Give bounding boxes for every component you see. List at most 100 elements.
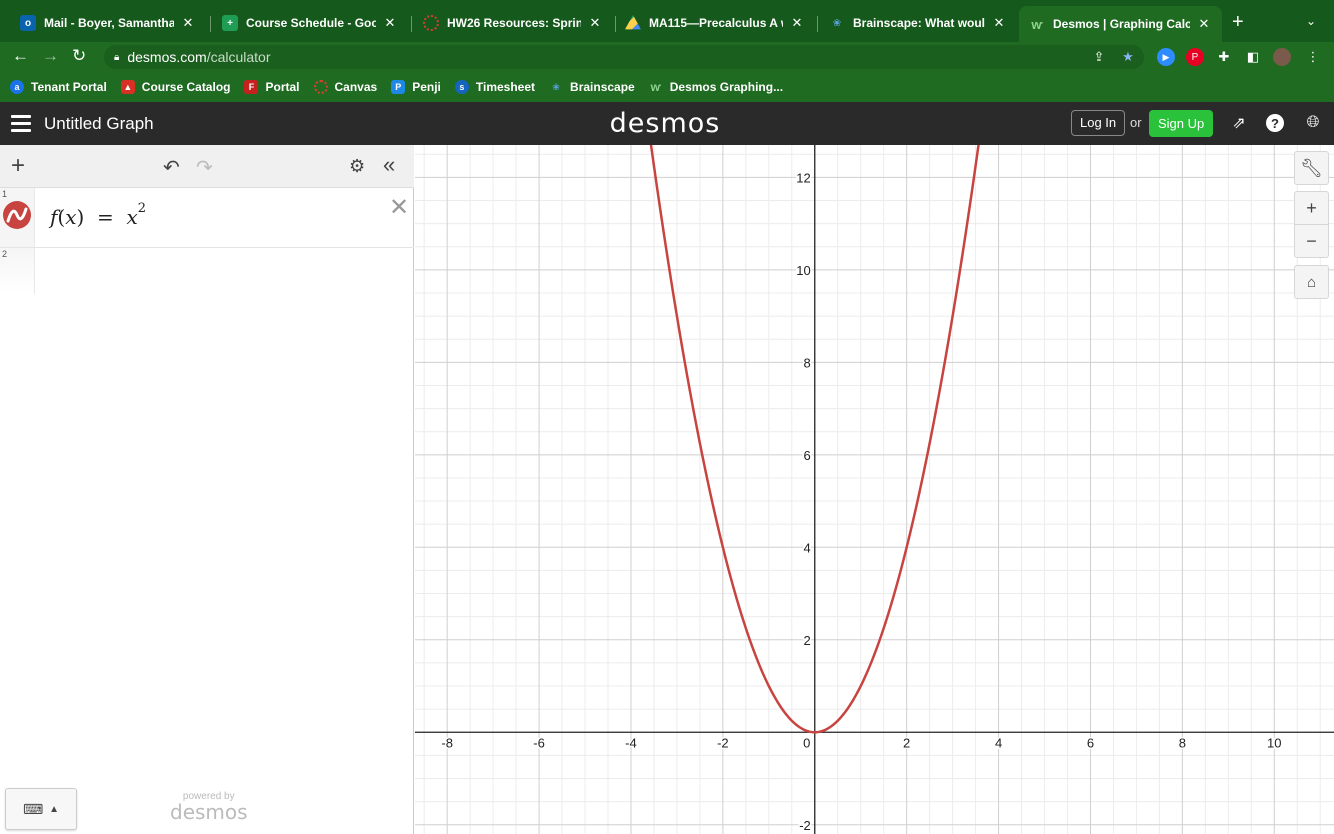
bookmarks-bar: a Tenant Portal ▲ Course Catalog F Portal C… — [0, 72, 1334, 102]
expression-toolbar: + ↶ ↷ ⚙ « — [0, 145, 414, 188]
canvas-icon — [313, 80, 328, 94]
tab-title: MA115—Precalculus A w/ In — [649, 16, 783, 30]
sign-up-button[interactable]: Sign Up — [1149, 110, 1214, 137]
close-icon[interactable]: ✕ — [1196, 16, 1212, 32]
collapse-panel-icon[interactable]: « — [383, 152, 395, 178]
chevron-down-icon[interactable]: ⌄ — [1306, 14, 1316, 28]
penji-icon: P — [391, 80, 406, 94]
close-icon[interactable]: ✕ — [991, 15, 1007, 31]
home-view-icon[interactable]: ⌂ — [1294, 265, 1329, 299]
x-tick-label: -4 — [625, 735, 637, 750]
tab-brainscape[interactable]: ❀ Brainscape: What would yo ✕ — [819, 8, 1017, 38]
graph-settings-wrench-icon[interactable]: 🔧︎ — [1294, 151, 1329, 185]
language-globe-icon[interactable]: 🌐︎ — [1303, 113, 1323, 133]
x-tick-label: 2 — [903, 735, 910, 750]
log-in-button[interactable]: Log In — [1071, 110, 1126, 136]
graph-canvas[interactable]: -8 -6 -4 -2 0 2 4 6 8 10 -2 2 4 6 8 10 12 — [415, 145, 1334, 834]
url-path: /calculator — [206, 49, 271, 65]
bookmark-star-icon[interactable]: ★ — [1119, 48, 1137, 66]
extensions-icon[interactable]: ✚ — [1215, 48, 1233, 66]
browser-toolbar: ← → ↻ 🔒︎ desmos.com/calculator ⇪ ★ ▶ P ✚… — [0, 42, 1334, 72]
tab-title: HW26 Resources: Spring 2 — [447, 16, 581, 30]
close-icon[interactable]: ✕ — [587, 15, 603, 31]
tab-mail[interactable]: o Mail - Boyer, Samantha Aft ✕ — [10, 8, 206, 38]
new-tab-button[interactable]: + — [1232, 11, 1244, 34]
bookmark-portal[interactable]: F Portal — [244, 80, 300, 94]
settings-gear-icon[interactable]: ⚙ — [349, 156, 365, 177]
canvas-icon — [423, 15, 439, 31]
bookmark-tenant-portal[interactable]: a Tenant Portal — [10, 80, 107, 94]
tab-ma115[interactable]: MA115—Precalculus A w/ In ✕ — [615, 8, 815, 38]
expression-gutter: 1 — [0, 188, 35, 247]
redo-icon[interactable]: ↷ — [196, 155, 213, 180]
back-icon[interactable]: ← — [12, 46, 29, 66]
or-label: or — [1130, 115, 1142, 130]
desmos-logo: desmos — [609, 108, 721, 139]
bookmark-course-catalog[interactable]: ▲ Course Catalog — [120, 80, 230, 94]
expression-row[interactable]: 1 f(x) = x2 ✕ — [0, 188, 414, 248]
graph-color-toggle-icon[interactable] — [3, 201, 31, 229]
outlook-icon: o — [20, 15, 36, 31]
y-tick-label: 10 — [796, 263, 810, 278]
course-catalog-icon: ▲ — [120, 80, 135, 94]
y-tick-label: 4 — [804, 540, 811, 555]
share-icon[interactable]: ⇪ — [1090, 48, 1108, 66]
portal-icon: F — [244, 80, 259, 94]
graph-title[interactable]: Untitled Graph — [44, 114, 154, 134]
powered-by-desmos: powered by desmos — [170, 791, 248, 824]
bookmark-desmos[interactable]: ⱳ Desmos Graphing... — [649, 80, 784, 94]
bookmark-canvas[interactable]: Canvas — [313, 80, 377, 94]
timesheet-icon: s — [454, 80, 469, 94]
x-tick-label: 6 — [1087, 735, 1094, 750]
lock-icon: 🔒︎ — [114, 51, 120, 63]
expression-panel: + ↶ ↷ ⚙ « 1 f(x) = x2 ✕ 2 ⌨ ▲ powered by… — [0, 145, 414, 834]
tab-title: Mail - Boyer, Samantha Aft — [44, 16, 174, 30]
close-icon[interactable]: ✕ — [789, 15, 805, 31]
y-tick-label: 12 — [796, 170, 810, 185]
expression-row-empty[interactable]: 2 — [0, 248, 414, 294]
tab-course-schedule[interactable]: + Course Schedule - Google ✕ — [212, 8, 408, 38]
forward-icon[interactable]: → — [42, 46, 59, 66]
graph-paper[interactable]: -8 -6 -4 -2 0 2 4 6 8 10 -2 2 4 6 8 10 12 🔧︎ + − ⌂ — [415, 145, 1334, 834]
undo-icon[interactable]: ↶ — [163, 155, 180, 180]
close-icon[interactable]: ✕ — [382, 15, 398, 31]
help-icon[interactable]: ? — [1266, 114, 1284, 132]
url-host: desmos.com — [127, 49, 207, 65]
add-item-icon[interactable]: + — [11, 152, 25, 180]
kebab-menu-icon[interactable]: ⋮ — [1304, 48, 1322, 66]
zoom-out-button[interactable]: − — [1294, 224, 1329, 258]
desmos-icon: ⱳ — [650, 80, 661, 94]
pinterest-icon[interactable]: P — [1186, 48, 1204, 66]
close-icon[interactable]: ✕ — [180, 15, 196, 31]
x-tick-label: -6 — [533, 735, 545, 750]
x-tick-label: -8 — [441, 735, 453, 750]
side-panel-icon[interactable]: ◧ — [1244, 48, 1262, 66]
tab-hw26-resources[interactable]: HW26 Resources: Spring 2 ✕ — [413, 8, 613, 38]
share-graph-icon[interactable]: ⇗ — [1229, 113, 1249, 133]
zoom-extension-icon[interactable]: ▶ — [1157, 48, 1175, 66]
bookmark-timesheet[interactable]: s Timesheet — [454, 80, 535, 94]
delete-expression-icon[interactable]: ✕ — [389, 193, 409, 222]
tab-title: Course Schedule - Google — [246, 16, 376, 30]
keyboard-icon: ⌨ — [22, 800, 44, 817]
x-tick-label: 4 — [995, 735, 1002, 750]
hamburger-menu-icon[interactable] — [11, 115, 31, 132]
tab-title: Desmos | Graphing Calcula — [1053, 17, 1190, 31]
address-bar[interactable]: 🔒︎ desmos.com/calculator — [104, 45, 1144, 69]
keyboard-toggle-button[interactable]: ⌨ ▲ — [5, 788, 77, 830]
zoom-in-button[interactable]: + — [1294, 191, 1329, 225]
expression-gutter: 2 — [0, 248, 35, 294]
tenant-portal-icon: a — [10, 80, 24, 94]
brainscape-icon: ❀ — [832, 17, 842, 29]
tab-desmos[interactable]: ⱳ Desmos | Graphing Calcula ✕ — [1019, 6, 1222, 42]
expression-index: 2 — [2, 249, 8, 259]
sheets-icon: + — [222, 15, 238, 31]
expression-math[interactable]: f(x) = x2 — [50, 201, 146, 229]
bookmark-brainscape[interactable]: ❀ Brainscape — [549, 80, 634, 94]
bookmark-penji[interactable]: P Penji — [391, 80, 441, 94]
reload-icon[interactable]: ↻ — [72, 46, 86, 66]
profile-avatar[interactable] — [1273, 48, 1291, 66]
x-tick-label: 10 — [1267, 735, 1281, 750]
caret-up-icon: ▲ — [49, 803, 60, 815]
y-tick-label: -2 — [799, 818, 811, 833]
